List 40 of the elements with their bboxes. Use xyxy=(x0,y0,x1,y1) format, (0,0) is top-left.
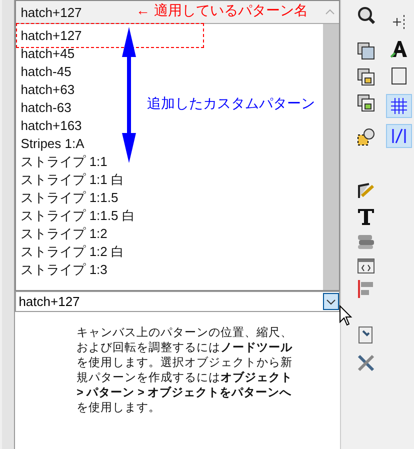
annotation-label: 追加したカスタムパターン xyxy=(147,95,315,113)
pattern-option[interactable]: hatch-45 xyxy=(16,63,72,81)
pattern-option[interactable]: ストライプ 1:2 xyxy=(16,225,108,243)
document-properties-icon[interactable] xyxy=(357,326,376,344)
tools-icon[interactable] xyxy=(357,354,376,372)
lock-icon[interactable] xyxy=(357,68,376,86)
grid-icon xyxy=(390,97,408,115)
page-icon xyxy=(391,67,408,85)
code-window-icon[interactable] xyxy=(357,258,376,274)
pattern-option[interactable]: ストライプ 1:3 xyxy=(16,261,108,279)
zoom-selection-icon[interactable] xyxy=(357,128,376,146)
pattern-option[interactable]: hatch+45 xyxy=(16,45,75,63)
pattern-option[interactable]: hatch+127 xyxy=(16,27,82,45)
current-pattern: hatch+127 xyxy=(20,4,82,20)
help-text: キャンバス上のパターンの位置、縮尺、および回転を調整するにはノードツールを使用します。選択オブジェクトから新規パターンを作成するにはオブジェクト > パターン > オブジェクトをパターンへを使用します。 xyxy=(76,326,294,416)
pattern-option[interactable]: ストライプ 1:1.5 xyxy=(16,189,118,207)
layers-icon[interactable] xyxy=(357,234,376,250)
pattern-option[interactable]: ストライプ 1:2 白 xyxy=(16,243,124,261)
align-icon[interactable] xyxy=(357,280,376,298)
dropdown-icon[interactable] xyxy=(323,293,340,310)
duplicate-icon[interactable] xyxy=(357,42,376,60)
lock-icon[interactable] xyxy=(357,94,376,112)
snap-icon[interactable] xyxy=(391,14,408,30)
pattern-combo[interactable]: hatch+127 xyxy=(14,291,340,312)
guides-button[interactable] xyxy=(386,124,412,148)
text-style-icon[interactable] xyxy=(390,40,408,58)
pattern-option[interactable]: hatch+63 xyxy=(16,81,75,99)
pattern-option[interactable]: hatch+163 xyxy=(16,117,82,135)
text-icon[interactable] xyxy=(357,208,376,226)
annotation-label: ← 適用しているパターン名 xyxy=(136,2,308,20)
scrollbar[interactable] xyxy=(323,24,340,290)
pattern-option[interactable]: ストライプ 1:1.5 白 xyxy=(16,207,135,225)
pattern-option[interactable]: Stripes 1:A xyxy=(16,135,84,153)
grid-button[interactable] xyxy=(386,94,412,118)
pattern-option[interactable]: ストライプ 1:1 白 xyxy=(16,171,124,189)
guides-icon xyxy=(390,127,408,145)
zoom-icon[interactable] xyxy=(357,6,376,24)
pattern-option[interactable]: hatch-63 xyxy=(16,99,72,117)
pen-icon[interactable] xyxy=(357,182,376,200)
pattern-option[interactable]: ストライプ 1:1 xyxy=(16,153,108,171)
